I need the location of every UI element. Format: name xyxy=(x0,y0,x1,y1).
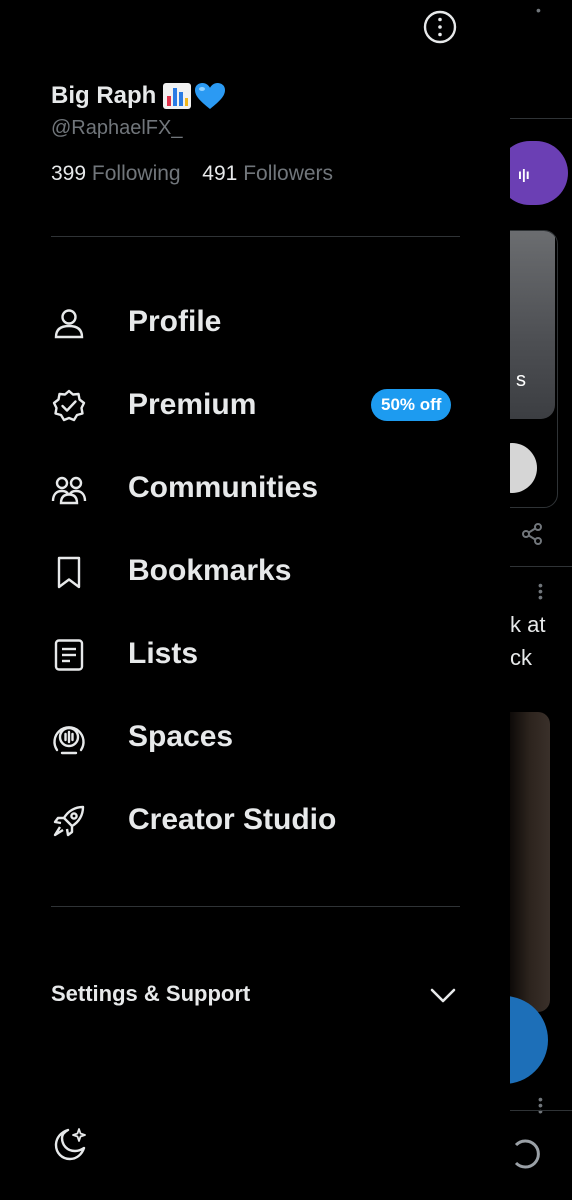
menu-item-bookmarks[interactable]: Bookmarks xyxy=(0,537,510,607)
following-label: Following xyxy=(91,162,181,185)
menu-label: Communities xyxy=(128,471,319,504)
settings-support-toggle[interactable]: Settings & Support xyxy=(0,966,510,1022)
divider xyxy=(510,1110,572,1111)
following-count: 399 xyxy=(51,162,87,185)
menu-item-profile[interactable]: Profile xyxy=(0,288,510,358)
discount-badge: 50% off xyxy=(371,389,452,421)
screen: • ı|ı s ll ••• k at ck - ••• xyxy=(0,0,572,1200)
menu-label: Profile xyxy=(128,305,222,338)
moon-sparkle-icon[interactable] xyxy=(50,1124,90,1164)
list-icon xyxy=(54,639,84,671)
menu-item-lists[interactable]: Lists xyxy=(0,620,510,690)
navigation-drawer: Big Raph @RaphaelFX_ 399 Following 491 F… xyxy=(0,0,510,1200)
display-name: Big Raph xyxy=(51,82,157,109)
followers-label: Followers xyxy=(243,162,334,185)
chevron-down-icon xyxy=(430,988,456,1003)
more-vertical-icon[interactable]: • • • xyxy=(538,578,543,604)
followers-link[interactable]: 491 Followers xyxy=(202,162,333,185)
menu-item-spaces[interactable]: Spaces xyxy=(0,703,510,773)
menu-item-premium[interactable]: Premium 50% off xyxy=(0,371,510,441)
settings-support-label: Settings & Support xyxy=(51,981,251,1006)
communities-icon xyxy=(51,476,87,505)
menu-item-creator-studio[interactable]: Creator Studio xyxy=(0,786,510,856)
menu-label: Spaces xyxy=(128,720,234,753)
follow-stats: 399 Following 491 Followers xyxy=(51,162,333,186)
bar-chart-emoji xyxy=(163,83,192,109)
menu-label: Lists xyxy=(128,637,199,670)
divider xyxy=(510,118,572,119)
divider xyxy=(51,906,460,907)
more-vertical-icon[interactable]: • • • xyxy=(538,1092,543,1118)
divider xyxy=(51,236,460,237)
menu-label: Creator Studio xyxy=(128,803,337,836)
rocket-icon xyxy=(53,805,85,837)
profile-name[interactable]: Big Raph xyxy=(51,82,226,110)
more-options-icon[interactable] xyxy=(422,9,458,45)
person-icon xyxy=(54,309,84,339)
profile-handle: @RaphaelFX_ xyxy=(51,117,183,139)
bookmark-icon xyxy=(57,556,81,589)
followers-count: 491 xyxy=(202,162,238,185)
more-icon: • xyxy=(536,2,541,18)
share-icon[interactable] xyxy=(520,522,544,546)
tweet-text: k at ck xyxy=(510,612,546,670)
card-text: s xyxy=(516,369,526,391)
loading-spinner-icon xyxy=(514,1139,540,1169)
audio-bars-icon: ı|ı xyxy=(518,166,530,182)
menu-item-communities[interactable]: Communities xyxy=(0,454,510,524)
menu-label: Bookmarks xyxy=(128,554,292,587)
menu-label: Premium xyxy=(128,388,257,421)
blue-heart-emoji xyxy=(195,83,226,109)
spaces-icon xyxy=(53,726,85,755)
verified-badge-icon xyxy=(52,389,86,422)
divider xyxy=(510,566,572,567)
background-feed[interactable]: • ı|ı s ll ••• k at ck - ••• xyxy=(490,0,572,1200)
tweet-media[interactable] xyxy=(510,712,550,1012)
following-link[interactable]: 399 Following xyxy=(51,162,186,185)
